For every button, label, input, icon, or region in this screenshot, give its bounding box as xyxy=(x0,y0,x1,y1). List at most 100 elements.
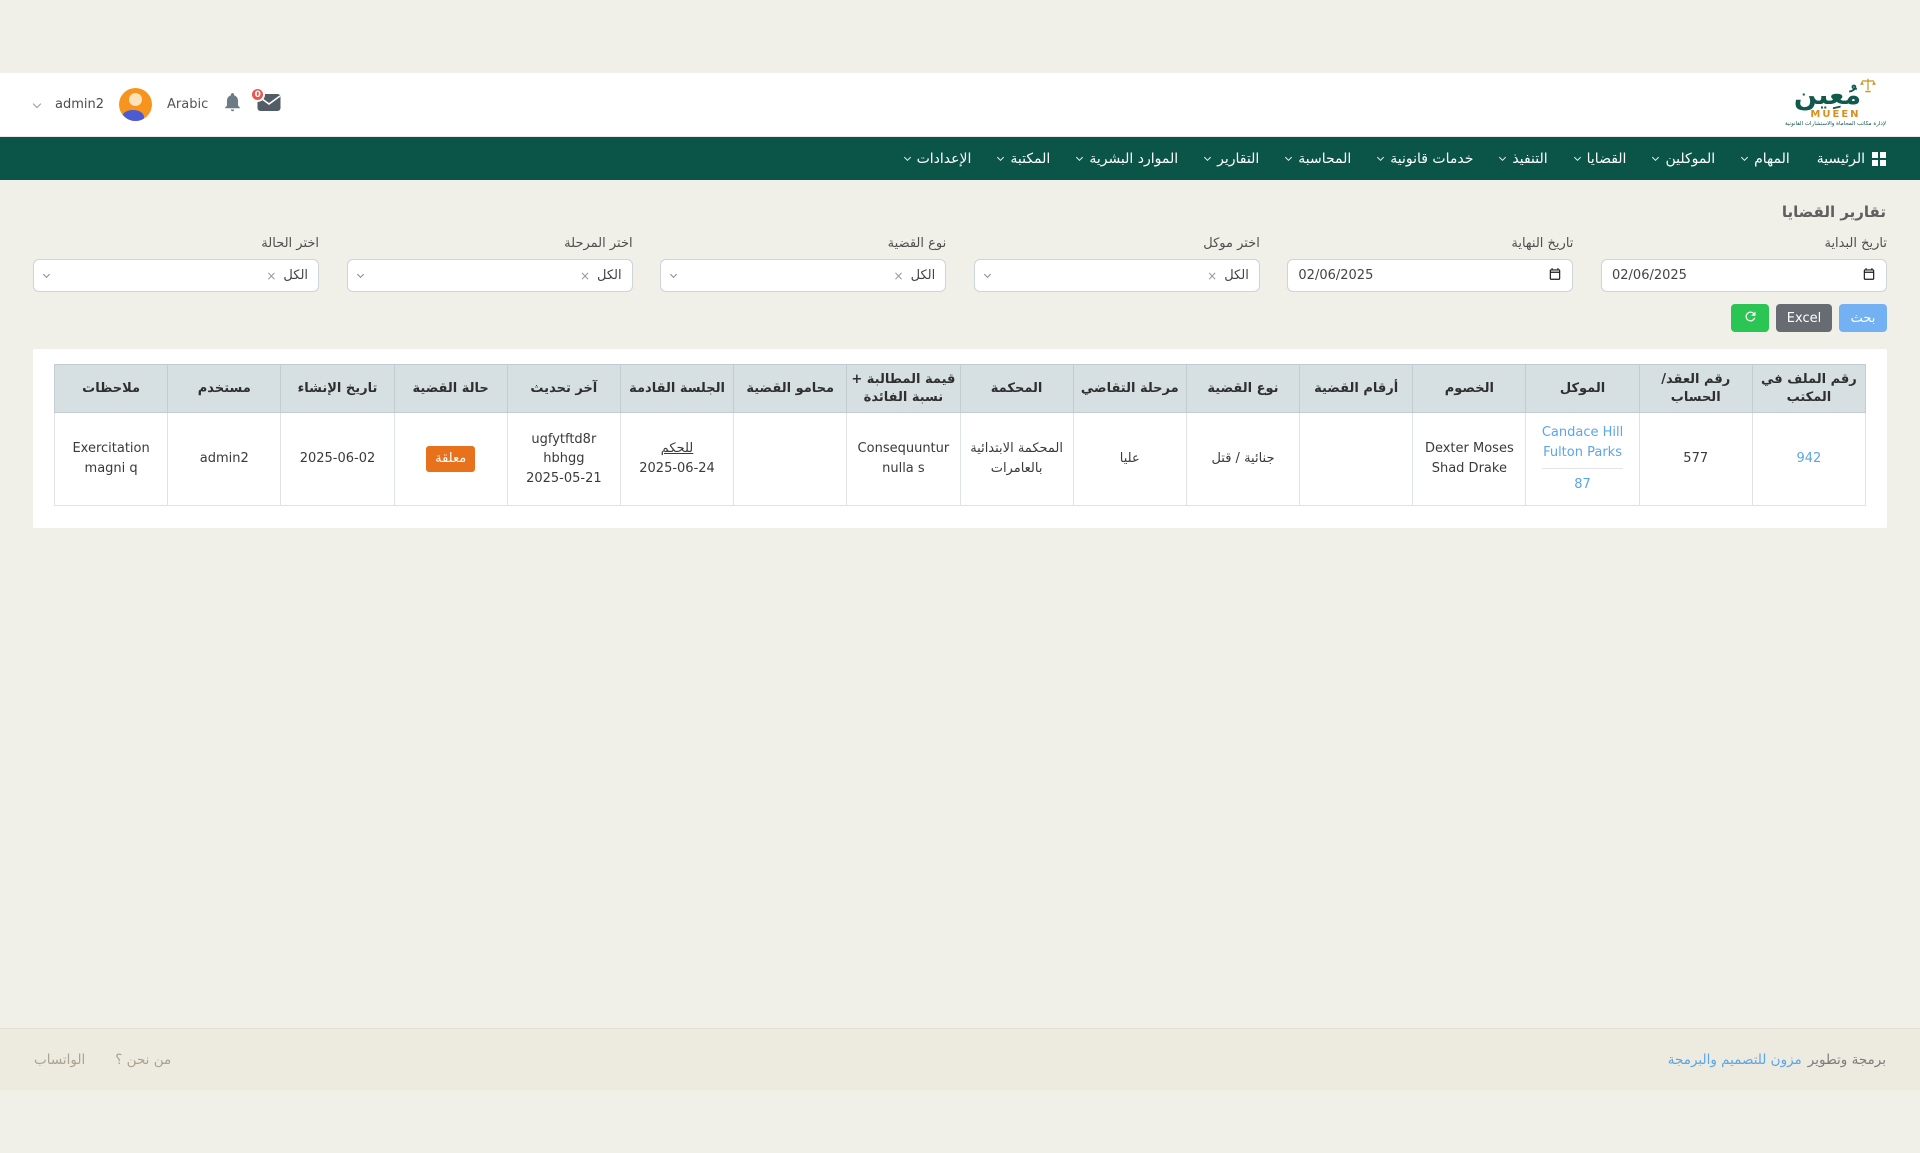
selected-option-label: الكل xyxy=(283,268,308,283)
stage-select[interactable]: الكل × xyxy=(347,259,633,292)
nav-item-library[interactable]: المكتبة xyxy=(998,151,1050,167)
cell-file-number: 942 xyxy=(1752,413,1865,506)
clear-icon[interactable]: × xyxy=(894,269,904,283)
selected-option: الكل × xyxy=(266,268,308,283)
search-button[interactable]: بحث xyxy=(1839,304,1887,332)
filter-label: اختر المرحلة xyxy=(347,236,633,251)
end-date-input[interactable]: 02/06/2025 xyxy=(1287,259,1573,292)
col-last-update: آخر تحديث xyxy=(507,365,620,413)
last-update-date: 2025-05-21 xyxy=(512,469,616,489)
developer-link[interactable]: مزون للتصميم والبرمجة xyxy=(1668,1052,1802,1068)
chevron-down-icon xyxy=(1741,154,1748,161)
chevron-down-icon xyxy=(33,99,41,107)
developer-credit: برمجة وتطوير مزون للتصميم والبرمجة xyxy=(1668,1052,1886,1068)
start-date-input[interactable]: 02/06/2025 xyxy=(1601,259,1887,292)
nav-item-label: المحاسبة xyxy=(1298,151,1351,167)
main-content: تقارير القضايا تاريخ البداية 02/06/2025 … xyxy=(0,203,1920,528)
client-id-link[interactable]: 87 xyxy=(1574,477,1591,492)
about-us-link[interactable]: من نحن ؟ xyxy=(115,1052,171,1068)
col-case-status: حالة القضية xyxy=(394,365,507,413)
clear-icon[interactable]: × xyxy=(266,269,276,283)
page-footer: برمجة وتطوير مزون للتصميم والبرمجة من نح… xyxy=(0,1028,1920,1090)
nav-item-label: المهام xyxy=(1754,151,1790,167)
brand-logo-top: مُعِين xyxy=(1794,82,1877,109)
filter-label: اختر الحالة xyxy=(33,236,319,251)
username-label[interactable]: admin2 xyxy=(55,97,104,112)
nav-item-home[interactable]: الرئيسية xyxy=(1817,151,1886,167)
clear-icon[interactable]: × xyxy=(1207,269,1217,283)
app: { "brand": { "name_ar": "مُعِين", "name_… xyxy=(0,73,1920,1153)
file-number-link[interactable]: 942 xyxy=(1796,451,1821,466)
nav-item-cases[interactable]: القضايا xyxy=(1575,151,1627,167)
chevron-down-icon xyxy=(1652,154,1659,161)
status-badge: معلقة xyxy=(426,446,475,472)
brand-tagline: لإدارة مكاتب المحاماة والاستشارات القانو… xyxy=(1785,122,1886,128)
chevron-down-icon xyxy=(984,271,991,278)
status-select[interactable]: الكل × xyxy=(33,259,319,292)
clear-icon[interactable]: × xyxy=(580,269,590,283)
col-client: الموكل xyxy=(1526,365,1639,413)
nav-item-legal-services[interactable]: خدمات قانونية xyxy=(1378,151,1473,167)
next-session-date: 2025-06-24 xyxy=(625,459,729,479)
calendar-icon[interactable] xyxy=(1862,267,1876,285)
whatsapp-link[interactable]: الواتساب xyxy=(34,1052,85,1068)
scales-of-justice-icon xyxy=(1859,78,1877,96)
nav-item-clients[interactable]: الموكلين xyxy=(1653,151,1715,167)
selected-option-label: الكل xyxy=(597,268,622,283)
selected-option: الكل × xyxy=(894,268,936,283)
nav-item-accounting[interactable]: المحاسبة xyxy=(1286,151,1351,167)
bell-icon xyxy=(223,98,242,117)
cell-court: المحكمة الابتدائية بالعامرات xyxy=(960,413,1073,506)
filter-label: اختر موكل xyxy=(974,236,1260,251)
calendar-icon[interactable] xyxy=(1548,267,1562,285)
col-case-numbers: أرقام القضية xyxy=(1300,365,1413,413)
page-title: تقارير القضايا xyxy=(34,203,1886,221)
nav-item-settings[interactable]: الإعدادات xyxy=(905,151,972,167)
next-session-status[interactable]: للحكم xyxy=(625,439,729,459)
filter-label: نوع القضية xyxy=(660,236,946,251)
results-panel: رقم الملف في المكتب رقم العقد/الحساب الم… xyxy=(33,349,1887,528)
selected-option-label: الكل xyxy=(911,268,936,283)
col-litigation-stage: مرحلة التقاضي xyxy=(1073,365,1186,413)
date-value: 02/06/2025 xyxy=(1298,268,1373,283)
cell-opponents: Dexter Moses Shad Drake xyxy=(1413,413,1526,506)
credit-prefix: برمجة وتطوير xyxy=(1808,1052,1886,1068)
col-next-session: الجلسة القادمة xyxy=(620,365,733,413)
selected-option-label: الكل xyxy=(1224,268,1249,283)
selected-option: الكل × xyxy=(580,268,622,283)
case-type-select[interactable]: الكل × xyxy=(660,259,946,292)
client-link[interactable]: Candace Hill Fulton Parks xyxy=(1542,425,1623,460)
col-case-type: نوع القضية xyxy=(1186,365,1299,413)
brand-logo[interactable]: مُعِين MUEEN لإدارة مكاتب المحاماة والاس… xyxy=(1785,82,1886,128)
date-value: 02/06/2025 xyxy=(1612,268,1687,283)
nav-item-hr[interactable]: الموارد البشرية xyxy=(1077,151,1178,167)
nav-item-tasks[interactable]: المهام xyxy=(1742,151,1790,167)
chevron-down-icon xyxy=(43,271,50,278)
refresh-icon xyxy=(1743,309,1758,328)
cell-contract-number: 577 xyxy=(1639,413,1752,506)
cell-created-date: 2025-06-02 xyxy=(281,413,394,506)
language-selector[interactable]: Arabic xyxy=(167,97,208,112)
cell-claim-value: Consequuntur nulla s xyxy=(847,413,960,506)
client-select[interactable]: الكل × xyxy=(974,259,1260,292)
table-header: رقم الملف في المكتب رقم العقد/الحساب الم… xyxy=(55,365,1866,413)
refresh-button[interactable] xyxy=(1731,304,1769,332)
messages-button[interactable]: 0 xyxy=(257,93,281,116)
nav-item-reports[interactable]: التقارير xyxy=(1205,151,1259,167)
cell-last-update: ugfytftd8r hbhgg 2025-05-21 xyxy=(507,413,620,506)
col-file-number: رقم الملف في المكتب xyxy=(1752,365,1865,413)
selected-option: الكل × xyxy=(1207,268,1249,283)
cell-notes: Exercitation magni q xyxy=(55,413,168,506)
avatar[interactable] xyxy=(119,88,152,121)
divider xyxy=(1542,468,1622,469)
cell-case-type: جنائية / قتل xyxy=(1186,413,1299,506)
chevron-down-icon xyxy=(357,271,364,278)
nav-item-execution[interactable]: التنفيذ xyxy=(1500,151,1547,167)
excel-export-button[interactable]: Excel xyxy=(1776,304,1832,332)
notifications-button[interactable] xyxy=(223,92,242,117)
cell-client: Candace Hill Fulton Parks 87 xyxy=(1526,413,1639,506)
col-lawyers: محامو القضية xyxy=(734,365,847,413)
chevron-down-icon xyxy=(1574,154,1581,161)
grid-icon xyxy=(1872,152,1886,166)
col-created-date: تاريخ الإنشاء xyxy=(281,365,394,413)
